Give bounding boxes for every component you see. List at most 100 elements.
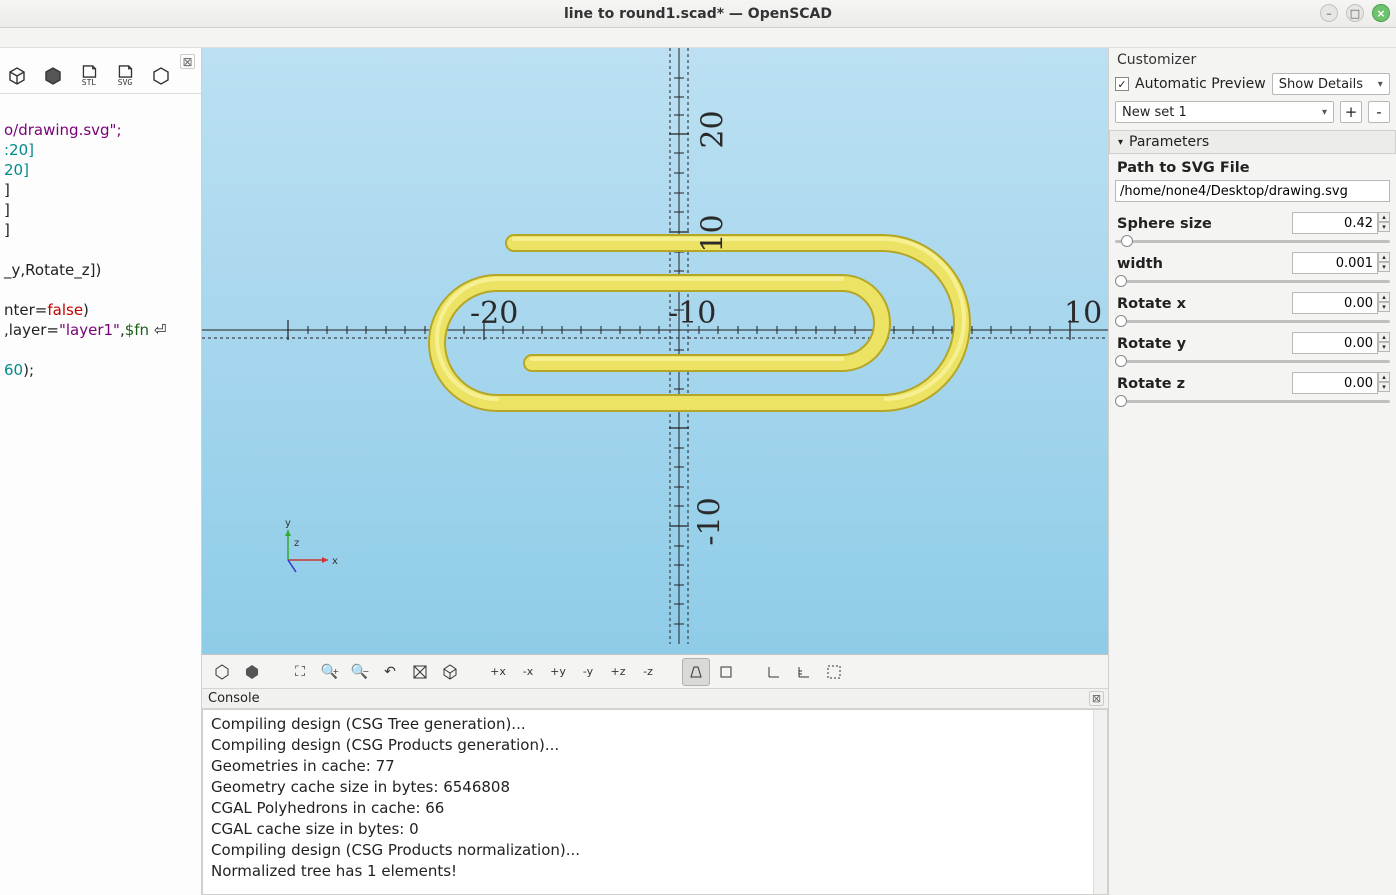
- width-slider[interactable]: [1115, 274, 1390, 288]
- axis-ny-icon[interactable]: -y: [574, 658, 602, 686]
- preset-remove-button[interactable]: -: [1368, 101, 1390, 123]
- console-title: Console: [208, 691, 260, 706]
- customizer-panel: Customizer ✓ Automatic Preview Show Deta…: [1108, 48, 1396, 895]
- param-rotate-z: Rotate z ▴▾: [1109, 370, 1396, 410]
- preset-dropdown[interactable]: New set 1▾: [1115, 101, 1334, 123]
- cube-solid-icon[interactable]: [42, 65, 64, 87]
- code-line: 60);: [4, 361, 34, 379]
- spin-buttons[interactable]: ▴▾: [1378, 292, 1390, 314]
- console-header: Console ⊠: [202, 689, 1108, 709]
- menubar: [0, 28, 1396, 48]
- parameters-section-header[interactable]: ▾Parameters: [1109, 130, 1396, 154]
- console-line: Geometry cache size in bytes: 6546808: [211, 777, 1099, 798]
- undo-view-icon[interactable]: ↶: [376, 658, 404, 686]
- code-line: ,layer="layer1",$fn ⏎: [4, 321, 166, 339]
- axis-tick-label: 20: [696, 110, 731, 148]
- rotate-x-input[interactable]: [1292, 292, 1378, 314]
- center-column: x y z -20 -10 10 20 10 20 -10 ⛶ 🔍+ 🔍− ↶: [202, 48, 1108, 895]
- view-toolbar: ⛶ 🔍+ 🔍− ↶ +x -x +y -y +z -z: [202, 655, 1108, 689]
- console-output[interactable]: Compiling design (CSG Tree generation)..…: [202, 709, 1108, 895]
- auto-preview-checkbox[interactable]: ✓: [1115, 77, 1129, 91]
- show-details-dropdown[interactable]: Show Details▾: [1272, 73, 1390, 95]
- reset-view-icon[interactable]: [406, 658, 434, 686]
- viewport-3d[interactable]: x y z -20 -10 10 20 10 20 -10: [202, 48, 1108, 655]
- spin-buttons[interactable]: ▴▾: [1378, 332, 1390, 354]
- axis-tick-label: 10: [696, 214, 731, 252]
- ortho-icon[interactable]: [712, 658, 740, 686]
- perspective-icon[interactable]: [682, 658, 710, 686]
- export-svg-icon[interactable]: SVG: [114, 65, 136, 87]
- width-input[interactable]: [1292, 252, 1378, 274]
- console-line: Compiling design (CSG Products normaliza…: [211, 840, 1099, 861]
- console-line: Compiling design (CSG Products generatio…: [211, 735, 1099, 756]
- axis-y-icon[interactable]: +y: [544, 658, 572, 686]
- console-close-icon[interactable]: ⊠: [1089, 691, 1104, 706]
- editor-close-icon[interactable]: ⊠: [180, 54, 195, 69]
- window-title: line to round1.scad* — OpenSCAD: [564, 6, 832, 22]
- rotate-y-input[interactable]: [1292, 332, 1378, 354]
- console-scrollbar[interactable]: [1093, 710, 1107, 894]
- editor-toolbar: ⊠ STL SVG: [0, 48, 201, 94]
- rotate-y-slider[interactable]: [1115, 354, 1390, 368]
- zoom-out-icon[interactable]: 🔍−: [346, 658, 374, 686]
- axis-x-icon[interactable]: +x: [484, 658, 512, 686]
- spin-buttons[interactable]: ▴▾: [1378, 252, 1390, 274]
- svg-text:x: x: [332, 556, 338, 567]
- svg-text:y: y: [285, 518, 291, 529]
- axes-toggle-icon[interactable]: [760, 658, 788, 686]
- console-line: Geometries in cache: 77: [211, 756, 1099, 777]
- console-panel: Console ⊠ Compiling design (CSG Tree gen…: [202, 689, 1108, 895]
- zoom-fit-icon[interactable]: ⛶: [286, 658, 314, 686]
- axis-tick-label: 10: [1064, 296, 1102, 331]
- window-close-icon[interactable]: ×: [1372, 4, 1390, 22]
- crosshair-icon[interactable]: [820, 658, 848, 686]
- code-line: ]: [4, 201, 10, 219]
- axis-tick-label: -20: [470, 296, 518, 331]
- svg-text:z: z: [294, 538, 299, 549]
- auto-preview-label: Automatic Preview: [1135, 76, 1266, 92]
- console-line: Compiling design (CSG Tree generation)..…: [211, 714, 1099, 735]
- code-line: ]: [4, 181, 10, 199]
- spin-buttons[interactable]: ▴▾: [1378, 372, 1390, 394]
- sphere-size-input[interactable]: [1292, 212, 1378, 234]
- param-rotate-x: Rotate x ▴▾: [1109, 290, 1396, 330]
- console-line: CGAL cache size in bytes: 0: [211, 819, 1099, 840]
- zoom-in-icon[interactable]: 🔍+: [316, 658, 344, 686]
- axis-tick-label: -10: [693, 497, 728, 545]
- axis-nz-icon[interactable]: -z: [634, 658, 662, 686]
- view-all-icon[interactable]: [436, 658, 464, 686]
- axis-z-icon[interactable]: +z: [604, 658, 632, 686]
- param-path-to-svg: Path to SVG File: [1109, 154, 1396, 210]
- window-minimize-icon[interactable]: –: [1320, 4, 1338, 22]
- scale-toggle-icon[interactable]: [790, 658, 818, 686]
- path-to-svg-input[interactable]: [1115, 180, 1390, 202]
- preview-icon[interactable]: [208, 658, 236, 686]
- axes-overlay: x y z: [202, 48, 1108, 644]
- axis-nx-icon[interactable]: -x: [514, 658, 542, 686]
- code-line: o/drawing.svg";: [4, 121, 122, 139]
- axis-tick-label: -10: [668, 296, 716, 331]
- cube-outline-icon[interactable]: [6, 65, 28, 87]
- customizer-title: Customizer: [1109, 48, 1396, 70]
- rotate-z-input[interactable]: [1292, 372, 1378, 394]
- rotate-x-slider[interactable]: [1115, 314, 1390, 328]
- console-line: CGAL Polyhedrons in cache: 66: [211, 798, 1099, 819]
- spin-buttons[interactable]: ▴▾: [1378, 212, 1390, 234]
- editor-panel: ⊠ STL SVG o/drawing.svg"; :20] 20] ] ] ]…: [0, 48, 202, 895]
- param-width: width ▴▾: [1109, 250, 1396, 290]
- cube-alt-icon[interactable]: [150, 65, 172, 87]
- rotate-z-slider[interactable]: [1115, 394, 1390, 408]
- sphere-size-slider[interactable]: [1115, 234, 1390, 248]
- window-controls: – □ ×: [1320, 4, 1390, 22]
- code-line: 20]: [4, 161, 29, 179]
- preset-add-button[interactable]: +: [1340, 101, 1362, 123]
- code-editor[interactable]: o/drawing.svg"; :20] 20] ] ] ] _y,Rotate…: [0, 94, 201, 895]
- code-line: _y,Rotate_z]): [4, 261, 101, 279]
- render-icon[interactable]: [238, 658, 266, 686]
- code-line: nter=false): [4, 301, 89, 319]
- code-line: ]: [4, 221, 10, 239]
- export-stl-icon[interactable]: STL: [78, 65, 100, 87]
- window-maximize-icon[interactable]: □: [1346, 4, 1364, 22]
- param-rotate-y: Rotate y ▴▾: [1109, 330, 1396, 370]
- console-line: Normalized tree has 1 elements!: [211, 861, 1099, 882]
